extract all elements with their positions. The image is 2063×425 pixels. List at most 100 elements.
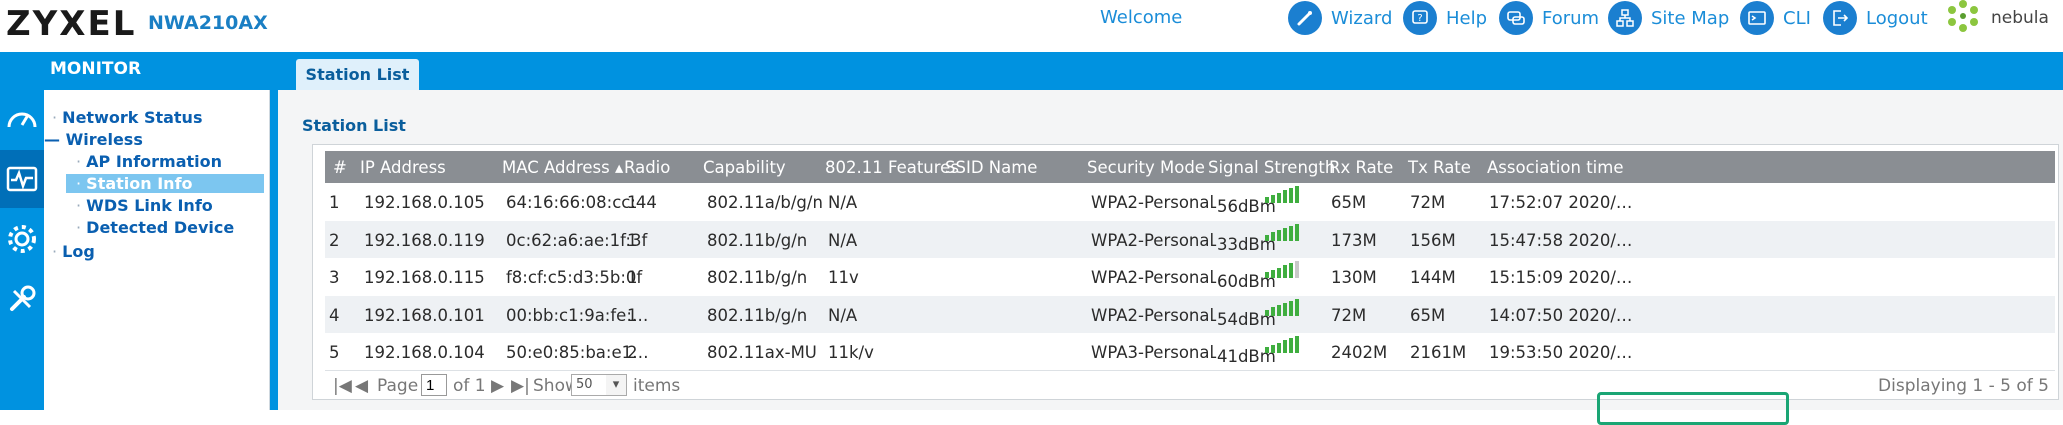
wizard-label: Wizard	[1331, 7, 1393, 29]
cell-sec: WPA3-Personal	[1091, 343, 1215, 362]
cell-tx: 2161M	[1410, 343, 1467, 362]
pager-of-label: of 1	[453, 376, 486, 396]
cli-button[interactable]: CLI	[1740, 0, 1811, 36]
cell-rx: 65M	[1331, 193, 1367, 212]
forum-label: Forum	[1542, 7, 1600, 29]
cell-cap: 802.11b/g/n	[707, 268, 808, 287]
sidebar-item-label: WDS Link Info	[86, 196, 213, 215]
sidebar-item-detected-device[interactable]: · Detected Device	[76, 218, 234, 237]
column-header-signal[interactable]: Signal Strength	[1208, 158, 1335, 177]
sidebar-divider	[270, 90, 278, 410]
cell-sec: WPA2-Personal	[1091, 268, 1215, 287]
cell-cap: 802.11ax-MU	[707, 343, 817, 362]
signal-bars-icon	[1265, 186, 1299, 203]
column-header-ip[interactable]: IP Address	[360, 158, 446, 177]
column-header-capability[interactable]: Capability	[703, 158, 786, 177]
prev-page-icon[interactable]: ◀	[355, 376, 368, 396]
sidebar-item-label: AP Information	[86, 152, 223, 171]
column-header-rx[interactable]: Rx Rate	[1329, 158, 1393, 177]
cell-ip: 192.168.0.105	[364, 193, 485, 212]
column-header-ssid[interactable]: SSID Name	[945, 158, 1037, 177]
dashboard-nav-button[interactable]	[0, 90, 44, 148]
main-panel: Station List # IP Address MAC Address ▴ …	[278, 90, 2063, 425]
cell-radio: 1	[627, 268, 638, 287]
table-row[interactable]: 5 192.168.0.104 50:e0:85:ba:e1… 2 802.11ax-M…	[325, 333, 2055, 370]
column-header-assoc[interactable]: Association time	[1487, 158, 1623, 177]
cell-feat: 11v	[828, 268, 859, 287]
sidebar-item-wds-link-info[interactable]: · WDS Link Info	[76, 196, 213, 215]
table-row[interactable]: 4 192.168.0.101 00:bb:c1:9a:fe:… 1 802.11b/g…	[325, 295, 2055, 333]
table-row[interactable]: 2 192.168.0.119 0c:62:a6:ae:1f:3f 1 802.11b/…	[325, 220, 2055, 258]
wizard-button[interactable]: Wizard	[1288, 0, 1392, 36]
help-button[interactable]: ? Help	[1403, 0, 1487, 36]
sidebar-item-label: Detected Device	[86, 218, 235, 237]
monitor-nav-button[interactable]	[0, 150, 44, 208]
table-row[interactable]: 3 192.168.0.115 f8:cf:c5:d3:5b:0f 1 802.11b/…	[325, 258, 2055, 295]
sidebar-item-label: Station Info	[86, 174, 193, 193]
cell-ip: 192.168.0.101	[364, 305, 485, 325]
tools-icon	[10, 285, 36, 311]
configuration-nav-button[interactable]	[0, 210, 44, 268]
next-page-icon[interactable]: ▶	[491, 376, 504, 396]
column-header-security[interactable]: Security Mode	[1087, 158, 1205, 177]
table-row[interactable]: 1 192.168.0.105 64:16:66:08:cc:44 1 802.11a/…	[325, 183, 2055, 220]
sidebar-item-label: Log	[62, 242, 95, 261]
cli-icon	[1740, 1, 1774, 35]
cell-mac: f8:cf:c5:d3:5b:0f	[506, 268, 643, 287]
monitor-title: MONITOR	[50, 59, 142, 79]
section-title: Station List	[302, 116, 406, 135]
cell-n: 1	[329, 193, 340, 212]
cell-tx: 65M	[1410, 305, 1446, 325]
station-table: # IP Address MAC Address ▴ Radio Capabil…	[312, 144, 2059, 425]
forum-button[interactable]: Forum	[1499, 0, 1599, 36]
column-header-radio[interactable]: Radio	[624, 158, 670, 177]
sidebar-item-ap-information[interactable]: · AP Information	[76, 152, 222, 171]
sitemap-icon	[1608, 1, 1642, 35]
sitemap-button[interactable]: Site Map	[1608, 0, 1729, 36]
pulse-icon	[6, 166, 38, 192]
last-page-icon[interactable]: ▶|	[511, 376, 530, 396]
cell-sec: WPA2-Personal	[1091, 230, 1215, 250]
welcome-text: Welcome	[1100, 7, 1183, 28]
column-header-features[interactable]: 802.11 Features	[825, 158, 959, 177]
page-size-select[interactable]: 50 ▾	[571, 374, 627, 396]
sidebar-item-wireless[interactable]: — Wireless	[44, 130, 143, 149]
logout-button[interactable]: Logout	[1823, 0, 1928, 36]
signal-bars-icon	[1265, 298, 1299, 316]
sidebar-item-label: Wireless	[65, 130, 143, 149]
model-name: NWA210AX	[148, 12, 268, 34]
nebula-button[interactable]: nebula	[1943, 0, 2049, 36]
cell-sec: WPA2-Personal	[1091, 193, 1215, 212]
cell-rx: 2402M	[1331, 343, 1388, 362]
help-icon: ?	[1403, 1, 1437, 35]
cell-ip: 192.168.0.119	[364, 230, 485, 250]
page-number-input[interactable]	[421, 374, 447, 396]
cell-cap: 802.11b/g/n	[707, 230, 808, 250]
wand-icon	[1288, 1, 1322, 35]
dashboard-icon	[7, 112, 37, 128]
cell-rx: 72M	[1331, 305, 1367, 325]
column-header-number[interactable]: #	[333, 158, 347, 177]
top-bar: MONITOR Station List	[0, 52, 2063, 90]
cell-radio: 1	[627, 193, 638, 212]
column-header-mac[interactable]: MAC Address ▴	[502, 158, 623, 177]
cell-tx: 72M	[1410, 193, 1446, 212]
pager-items-label: items	[633, 376, 681, 396]
sidebar-item-log[interactable]: · Log	[52, 242, 95, 261]
signal-bars-icon	[1265, 223, 1299, 241]
pager-page-label: Page	[377, 376, 419, 396]
page-size-value: 50	[576, 377, 593, 392]
cell-n: 3	[329, 268, 340, 287]
maintenance-nav-button[interactable]	[0, 270, 44, 328]
help-label: Help	[1446, 7, 1488, 29]
header: ZYXEL NWA210AX Welcome Wizard ? Help For…	[0, 0, 2063, 52]
sidebar-item-network-status[interactable]: · Network Status	[52, 108, 202, 127]
nebula-label: nebula	[1991, 8, 2049, 28]
sidebar-item-station-info[interactable]: · Station Info	[66, 174, 264, 193]
cell-cap: 802.11b/g/n	[707, 305, 808, 325]
column-header-tx[interactable]: Tx Rate	[1408, 158, 1471, 177]
forum-icon	[1499, 1, 1533, 35]
zyxel-logo: ZYXEL	[6, 4, 137, 44]
first-page-icon[interactable]: |◀	[333, 376, 352, 396]
tab-station-list[interactable]: Station List	[296, 59, 419, 90]
